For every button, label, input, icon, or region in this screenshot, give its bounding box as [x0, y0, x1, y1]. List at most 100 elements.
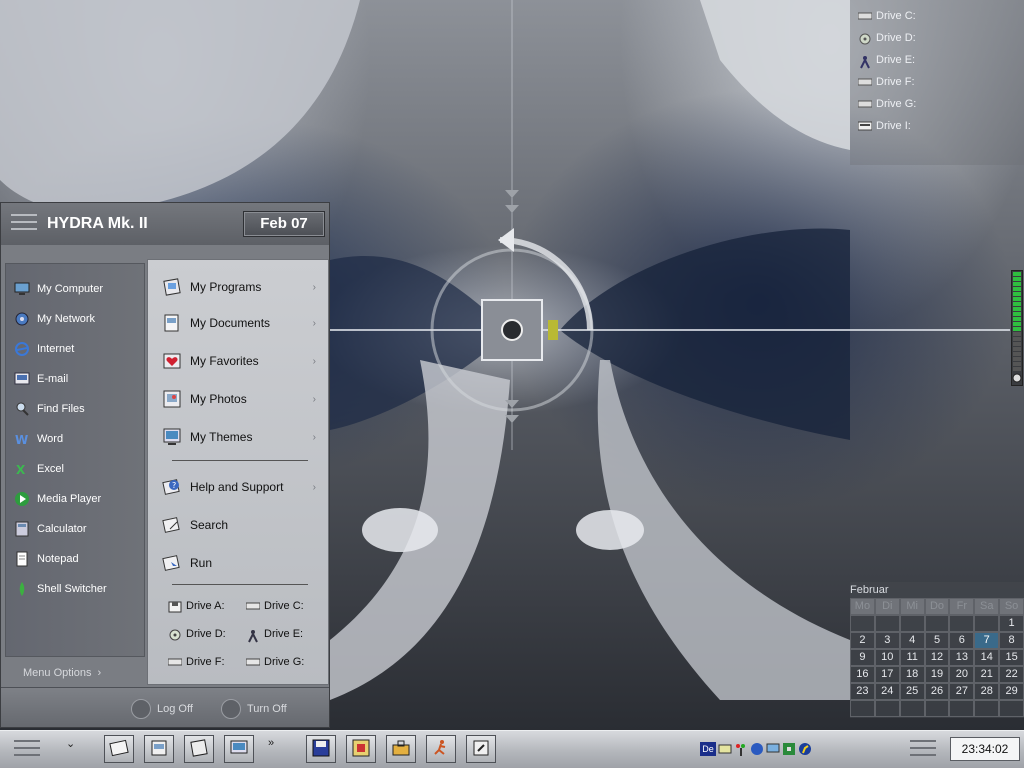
menu-item-my-documents[interactable]: My Documents: [162, 312, 270, 334]
menu-item-my-network[interactable]: My Network: [14, 310, 95, 328]
menu-item-shell-switcher[interactable]: Shell Switcher: [14, 580, 107, 598]
help-icon: ?: [162, 477, 182, 497]
puzzle-icon[interactable]: [782, 742, 796, 756]
log-off-button[interactable]: Log Off: [131, 698, 193, 720]
calendar-week-row: 23 24 25 26 27 28 29: [850, 683, 1024, 700]
quick-launch-documents[interactable]: [144, 735, 174, 763]
menu-item-search[interactable]: Search: [162, 514, 228, 536]
quick-launch-themes[interactable]: [224, 735, 254, 763]
calendar-day[interactable]: 10: [874, 649, 900, 666]
menu-drive-a[interactable]: Drive A:: [168, 598, 225, 614]
calendar-week-row: 1: [850, 615, 1024, 632]
menu-item-media-player[interactable]: Media Player: [14, 490, 101, 508]
quick-launch-collapse-icon[interactable]: ⌄: [66, 737, 75, 750]
calendar-day[interactable]: 6: [949, 632, 975, 649]
calendar-day[interactable]: 2: [850, 632, 875, 649]
calendar-day[interactable]: 21: [974, 666, 1000, 683]
task-button-control-panel[interactable]: [346, 735, 376, 763]
calendar-day[interactable]: 3: [874, 632, 900, 649]
help-icon: [472, 739, 490, 760]
calendar-day[interactable]: 24: [874, 683, 900, 700]
menu-item-my-themes[interactable]: My Themes: [162, 426, 252, 448]
documents-icon: [162, 313, 182, 333]
language-icon[interactable]: De: [700, 742, 716, 756]
calendar-day[interactable]: 15: [999, 649, 1024, 666]
menu-item-help-and-support[interactable]: ? Help and Support: [162, 476, 283, 498]
turn-off-button[interactable]: Turn Off: [221, 698, 287, 720]
menu-item-label: My Programs: [190, 280, 262, 294]
traffic-light-icon[interactable]: [734, 742, 748, 756]
menu-item-excel[interactable]: X Excel: [14, 460, 64, 478]
calendar-day[interactable]: 20: [949, 666, 975, 683]
calendar-day[interactable]: 14: [974, 649, 1000, 666]
calendar-weekday: So: [999, 598, 1024, 615]
quick-launch-explorer[interactable]: [104, 735, 134, 763]
desktop-drive-i[interactable]: Drive I:: [857, 118, 911, 134]
menu-drive-c[interactable]: Drive C:: [245, 598, 304, 614]
menu-item-run[interactable]: Run: [162, 552, 212, 574]
menu-item-calculator[interactable]: Calculator: [14, 520, 87, 538]
network-icon[interactable]: [750, 742, 764, 756]
desktop-drive-g[interactable]: Drive G:: [857, 96, 916, 112]
task-button-help[interactable]: [466, 735, 496, 763]
menu-item-label: E-mail: [37, 373, 69, 385]
calendar-weekday: Fr: [949, 598, 975, 615]
calendar-today[interactable]: 7: [974, 632, 1000, 649]
menu-drive-e[interactable]: Drive E:: [246, 626, 303, 643]
calendar-day[interactable]: 26: [924, 683, 950, 700]
calendar-day: [850, 615, 875, 632]
menu-item-my-programs[interactable]: My Programs: [162, 276, 261, 298]
calendar-day[interactable]: 28: [974, 683, 1000, 700]
menu-options-button[interactable]: Menu Options ›: [5, 661, 145, 685]
menu-drive-f[interactable]: Drive F:: [167, 654, 225, 670]
calendar-day: [874, 700, 900, 717]
menu-item-my-computer[interactable]: My Computer: [14, 280, 103, 298]
quick-launch-more-icon[interactable]: »: [268, 737, 274, 749]
menu-drive-g[interactable]: Drive G:: [245, 654, 304, 670]
runner-icon[interactable]: [798, 742, 812, 756]
calendar-day[interactable]: 25: [899, 683, 925, 700]
desktop-drive-c[interactable]: Drive C:: [857, 8, 916, 24]
desktop-drive-e[interactable]: Drive E:: [858, 52, 915, 69]
calendar-day[interactable]: 23: [850, 683, 875, 700]
task-button-run[interactable]: [426, 735, 456, 763]
chevron-right-icon: ›: [312, 432, 316, 443]
run-icon: [432, 739, 450, 760]
calendar-day[interactable]: 1: [999, 615, 1024, 632]
calendar-day[interactable]: 5: [924, 632, 950, 649]
calendar-day[interactable]: 16: [850, 666, 875, 683]
start-button[interactable]: [14, 740, 40, 758]
volume-meter[interactable]: [1011, 270, 1023, 386]
menu-item-my-favorites[interactable]: My Favorites: [162, 350, 259, 372]
drive-label: Drive D:: [876, 32, 916, 44]
task-button-toolbox[interactable]: [386, 735, 416, 763]
menu-drive-d[interactable]: Drive D:: [168, 626, 226, 642]
calendar-day[interactable]: 19: [924, 666, 950, 683]
quick-launch-programs[interactable]: [184, 735, 214, 763]
calendar-day[interactable]: 8: [999, 632, 1024, 649]
calendar-day[interactable]: 17: [874, 666, 900, 683]
menu-item-word[interactable]: W Word: [14, 430, 63, 448]
desktop-drive-f[interactable]: Drive F:: [857, 74, 915, 90]
menu-item-email[interactable]: E-mail: [14, 370, 68, 388]
calendar-day[interactable]: 11: [899, 649, 925, 666]
menu-item-find-files[interactable]: Find Files: [14, 400, 85, 418]
menu-item-notepad[interactable]: Notepad: [14, 550, 79, 568]
calendar-day[interactable]: 29: [999, 683, 1024, 700]
calendar-day[interactable]: 13: [949, 649, 975, 666]
calendar-day[interactable]: 27: [949, 683, 975, 700]
calendar-day[interactable]: 12: [924, 649, 950, 666]
monitor-icon[interactable]: [766, 742, 780, 756]
calendar-day[interactable]: 22: [999, 666, 1024, 683]
menu-item-internet[interactable]: Internet: [14, 340, 74, 358]
desktop-drive-d[interactable]: Drive D:: [858, 30, 916, 46]
calendar-day[interactable]: 4: [899, 632, 925, 649]
task-button-save[interactable]: [306, 735, 336, 763]
mail-icon[interactable]: [718, 742, 732, 756]
taskbar-grip-icon[interactable]: [910, 740, 936, 758]
calendar-day[interactable]: 9: [850, 649, 875, 666]
calendar-day[interactable]: 18: [899, 666, 925, 683]
hard-drive-icon: [857, 11, 873, 21]
menu-item-my-photos[interactable]: My Photos: [162, 388, 247, 410]
taskbar-clock[interactable]: 23:34:02: [950, 737, 1020, 761]
